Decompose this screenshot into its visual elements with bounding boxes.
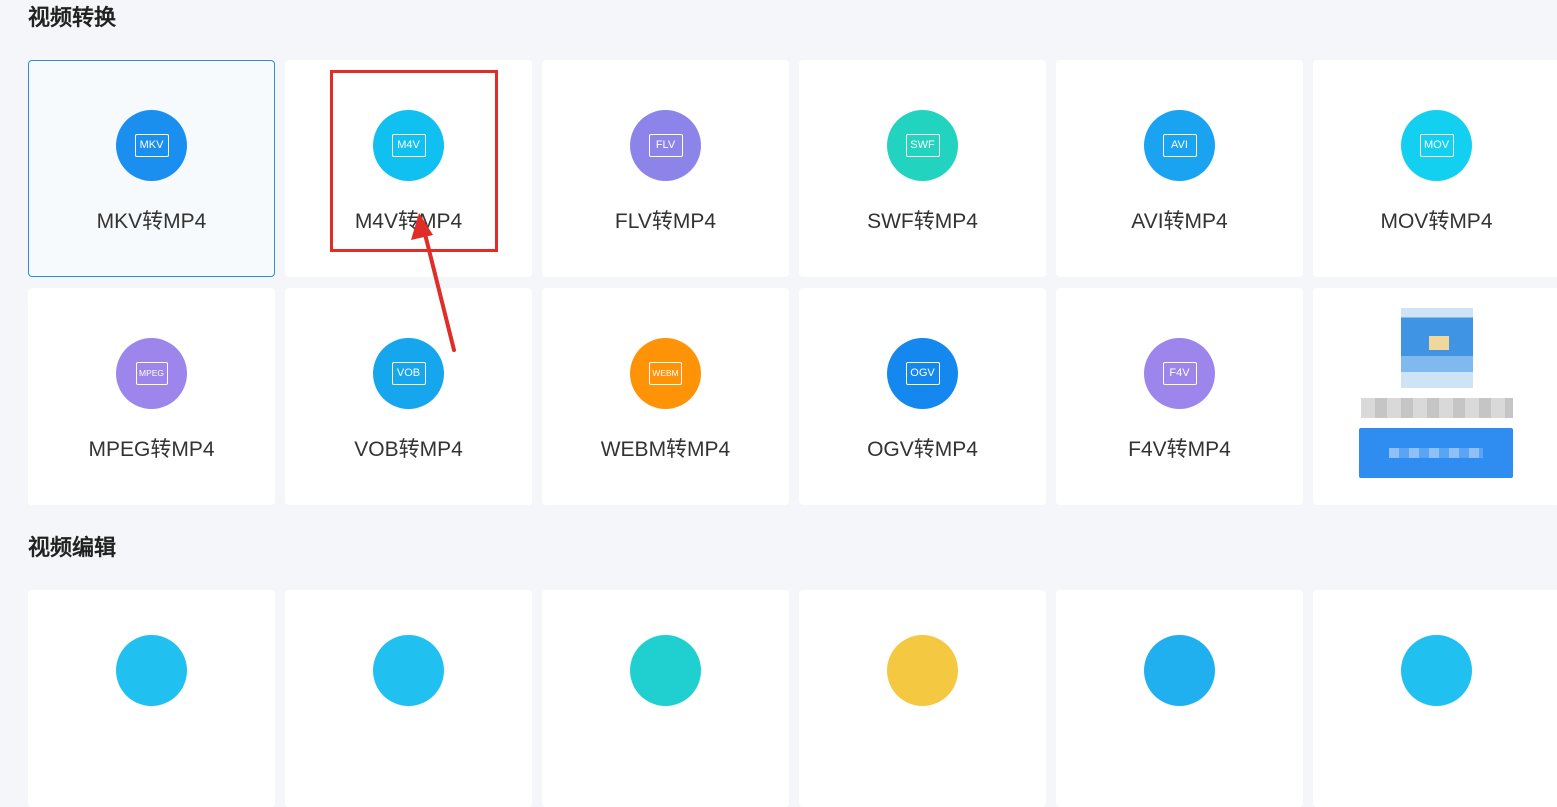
card-label: OGV转MP4 [867,438,978,461]
ad-text-blurred [1361,398,1513,418]
card-f4v-to-mp4[interactable]: F4V F4V转MP4 [1056,288,1303,505]
card-label: FLV转MP4 [614,210,717,233]
avi-icon: AVI [1144,110,1215,181]
webm-icon-text: WEBM [649,362,682,385]
ad-button-blurred[interactable] [1359,428,1513,478]
card-swf-to-mp4[interactable]: SWF SWF转MP4 [799,60,1046,277]
edit-card[interactable] [1313,590,1557,807]
swf-icon: SWF [887,110,958,181]
card-flv-to-mp4[interactable]: FLV FLV转MP4 [542,60,789,277]
section-title-video-convert: 视频转换 [28,6,117,31]
card-label: MKV转MP4 [96,210,207,233]
mpeg-icon-text: MPEG [135,362,168,385]
edit-icon [1144,635,1215,706]
ad-card-pixelated[interactable] [1313,288,1557,505]
edit-card[interactable] [799,590,1046,807]
flv-icon: FLV [630,110,701,181]
m4v-icon: M4V [373,110,444,181]
mov-icon: MOV [1401,110,1472,181]
edit-icon [116,635,187,706]
card-label: MOV转MP4 [1380,210,1493,233]
card-ogv-to-mp4[interactable]: OGV OGV转MP4 [799,288,1046,505]
card-m4v-to-mp4[interactable]: M4V M4V转MP4 [285,60,532,277]
avi-icon-text: AVI [1162,134,1197,157]
edit-icon [1401,635,1472,706]
mpeg-icon: MPEG [116,338,187,409]
card-webm-to-mp4[interactable]: WEBM WEBM转MP4 [542,288,789,505]
card-avi-to-mp4[interactable]: AVI AVI转MP4 [1056,60,1303,277]
card-label: F4V转MP4 [1128,438,1231,461]
vob-icon: VOB [373,338,444,409]
f4v-icon: F4V [1144,338,1215,409]
card-label: VOB转MP4 [354,438,463,461]
edit-icon [373,635,444,706]
edit-icon [887,635,958,706]
edit-card[interactable] [1056,590,1303,807]
card-label: WEBM转MP4 [600,438,731,461]
m4v-icon-text: M4V [391,134,426,157]
ogv-icon-text: OGV [905,362,940,385]
card-label: MPEG转MP4 [88,438,215,461]
swf-icon-text: SWF [905,134,940,157]
card-label: AVI转MP4 [1131,210,1228,233]
edit-icon [630,635,701,706]
card-mpeg-to-mp4[interactable]: MPEG MPEG转MP4 [28,288,275,505]
mkv-icon: MKV [116,110,187,181]
card-mov-to-mp4[interactable]: MOV MOV转MP4 [1313,60,1557,277]
card-label: M4V转MP4 [354,210,463,233]
flv-icon-text: FLV [648,134,683,157]
card-label: SWF转MP4 [867,210,978,233]
edit-card[interactable] [542,590,789,807]
card-vob-to-mp4[interactable]: VOB VOB转MP4 [285,288,532,505]
ad-image [1401,308,1473,388]
mkv-icon-text: MKV [134,134,169,157]
section-title-video-edit: 视频编辑 [28,536,117,561]
mov-icon-text: MOV [1419,134,1454,157]
edit-card[interactable] [28,590,275,807]
edit-card[interactable] [285,590,532,807]
ogv-icon: OGV [887,338,958,409]
f4v-icon-text: F4V [1162,362,1197,385]
vob-icon-text: VOB [391,362,426,385]
webm-icon: WEBM [630,338,701,409]
card-mkv-to-mp4[interactable]: MKV MKV转MP4 [28,60,275,277]
